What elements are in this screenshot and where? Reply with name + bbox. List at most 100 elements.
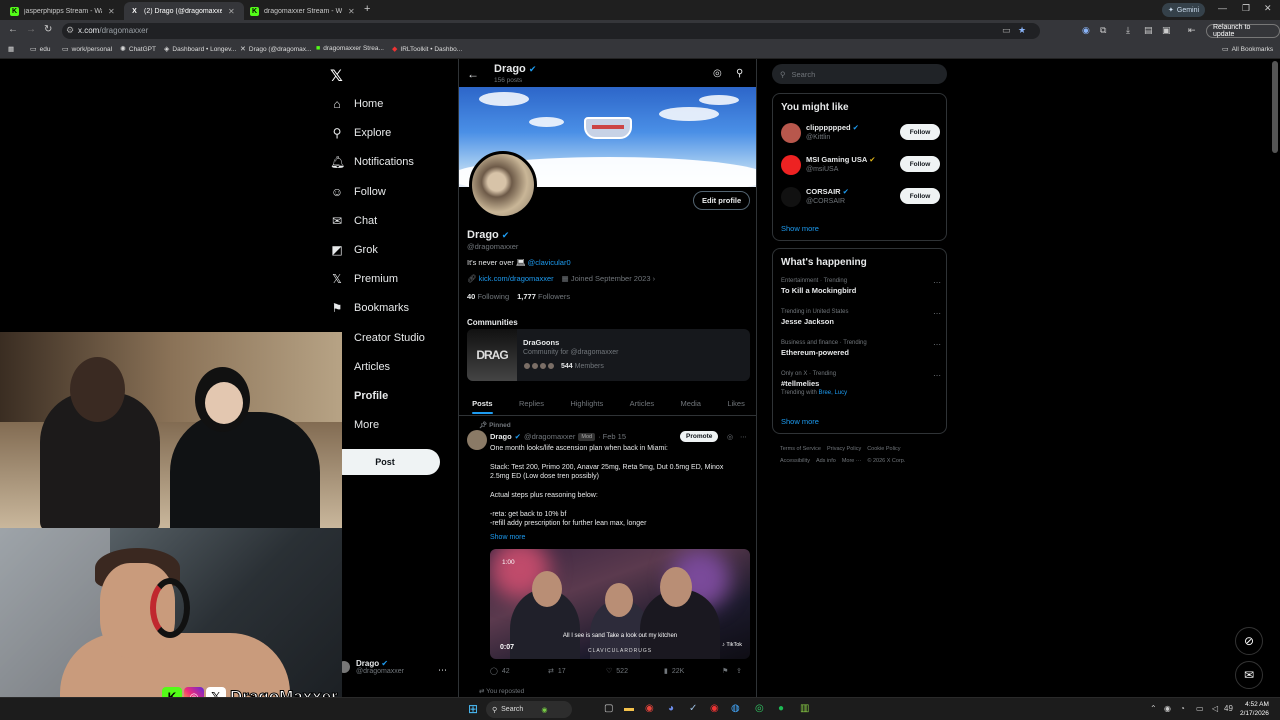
tab-likes[interactable]: Likes	[727, 393, 745, 414]
promote-button[interactable]: Promote	[680, 431, 719, 442]
more-options-icon[interactable]: ⋯	[933, 340, 941, 349]
puzzle-icon[interactable]: ⧉	[1100, 25, 1106, 36]
tab-articles[interactable]: Articles	[630, 393, 655, 414]
steam-icon[interactable]: ◍	[731, 703, 740, 714]
restore-icon[interactable]: ❐	[1242, 3, 1250, 14]
wifi-icon[interactable]: ◔	[1180, 704, 1185, 713]
x-logo-icon[interactable]: 𝕏	[330, 66, 343, 86]
close-window-icon[interactable]: ✕	[1264, 3, 1272, 14]
app-icon[interactable]: ◉	[710, 703, 719, 714]
trend-with-link[interactable]: Bree, Lucy	[818, 390, 847, 396]
nav-item-grok[interactable]: ◩ Grok	[330, 243, 378, 257]
show-more-link[interactable]: Show more	[490, 534, 525, 541]
avatar[interactable]	[781, 187, 801, 207]
tab-x-drago[interactable]: X (2) Drago (@dragomaxxer) / X ✕	[124, 2, 244, 20]
close-icon[interactable]: ✕	[108, 7, 115, 16]
more-options-icon[interactable]: ⋯	[933, 278, 941, 287]
show-more-link[interactable]: Show more	[781, 417, 819, 426]
post-button[interactable]: Post	[330, 449, 440, 475]
nav-item-home[interactable]: ⌂ Home	[330, 97, 383, 111]
community-card[interactable]: DRAG DraGoons Community for @dragomaxxer…	[467, 329, 750, 381]
tab-search-icon[interactable]: ▤	[1144, 25, 1153, 36]
file-explorer-icon[interactable]: ▬	[624, 703, 634, 714]
grok-icon[interactable]: ◎	[713, 68, 722, 79]
sidepanel-icon[interactable]: ⇤	[1188, 25, 1196, 36]
footer-link[interactable]: Ads info	[816, 458, 836, 464]
download-icon[interactable]: ⤓	[1126, 25, 1130, 36]
like-button[interactable]: ♡ 522	[606, 667, 664, 676]
forward-icon[interactable]: →	[26, 24, 36, 35]
scrollbar[interactable]	[1272, 61, 1278, 153]
tab-highlights[interactable]: Highlights	[570, 393, 603, 414]
footer-link[interactable]: Accessibility	[780, 458, 810, 464]
speaker-icon[interactable]: ◁	[1212, 704, 1218, 713]
nav-item-notifications[interactable]: 🔔︎ Notifications	[330, 155, 414, 169]
nav-item-chat[interactable]: ✉ Chat	[330, 214, 377, 228]
site-info-icon[interactable]: ⚙	[66, 25, 74, 36]
reply-button[interactable]: ◯ 42	[490, 667, 548, 676]
relaunch-button[interactable]: Relaunch to update	[1206, 24, 1280, 38]
app-icon[interactable]: ✓	[689, 703, 697, 714]
tab-posts[interactable]: Posts	[472, 393, 494, 414]
trend-item[interactable]: Trending in United States Jesse Jackson ⋯	[781, 309, 941, 326]
website-link[interactable]: kick.com/dragomaxxer	[479, 274, 554, 283]
followers-link[interactable]: 1,777 Followers	[517, 292, 570, 301]
tweet-author-name[interactable]: Drago	[490, 432, 512, 441]
chevron-up-icon[interactable]: ⌃	[1150, 704, 1157, 713]
search-icon[interactable]: ⚲	[736, 68, 743, 79]
grok-icon[interactable]: ⊘	[1235, 627, 1263, 655]
repost-button[interactable]: ⇄ 17	[548, 667, 606, 676]
nav-item-premium[interactable]: 𝕏 Premium	[330, 272, 398, 286]
bookmark-drago-kick[interactable]: ■ dragomaxxer Strea...	[316, 45, 384, 52]
tab-replies[interactable]: Replies	[519, 393, 544, 414]
chevron-right-icon[interactable]: ›	[653, 274, 656, 283]
nav-item-creator-studio[interactable]: ▤Creator Studio	[330, 331, 425, 345]
edit-profile-button[interactable]: Edit profile	[693, 191, 751, 210]
bookmark-dashboard[interactable]: ◈ Dashboard • Longev...	[164, 45, 236, 54]
chrome-icon[interactable]: ◉	[645, 703, 654, 714]
nav-item-bookmarks[interactable]: ⚑ Bookmarks	[330, 301, 409, 315]
account-switcher[interactable]: Drago ✔ @dragomaxxer	[338, 659, 404, 675]
search-input[interactable]: ⚲ Search	[772, 64, 947, 84]
avatar[interactable]	[781, 155, 801, 175]
footer-link[interactable]: Privacy Policy	[827, 446, 861, 452]
tab-media[interactable]: Media	[681, 393, 701, 414]
bookmark-edu[interactable]: ▭ edu	[30, 45, 50, 54]
more-options-icon[interactable]: ⋯	[933, 371, 941, 380]
trend-item[interactable]: Only on X · Trending #tellmelies Trending …	[781, 371, 941, 396]
all-bookmarks[interactable]: ▭ All Bookmarks	[1222, 45, 1273, 54]
extension-icon[interactable]: ◉	[1082, 25, 1090, 36]
trend-item[interactable]: Business and finance · Trending Ethereum-…	[781, 340, 941, 357]
trend-item[interactable]: Entertainment · Trending To Kill a Mockin…	[781, 278, 941, 295]
spotify-icon[interactable]: ●	[778, 703, 784, 714]
suggestion-row[interactable]: CORSAIR ✔ @CORSAIR Follow	[781, 185, 941, 209]
nav-item-explore[interactable]: ⚲ Explore	[330, 126, 392, 140]
follow-button[interactable]: Follow	[900, 188, 940, 204]
close-icon[interactable]: ✕	[348, 7, 355, 16]
more-options-icon[interactable]: ⋯	[740, 433, 747, 441]
apps-icon[interactable]: ▦	[8, 45, 14, 53]
gemini-button[interactable]: ✦ Gemini	[1162, 3, 1206, 17]
profile-avatar[interactable]	[469, 151, 537, 219]
address-bar[interactable]: ⚙ x.com/dragomaxxer ▭ ★	[62, 23, 1040, 39]
tray-icon[interactable]: ◉	[1164, 704, 1171, 713]
follow-button[interactable]: Follow	[900, 124, 940, 140]
reload-icon[interactable]: ↻	[44, 24, 52, 35]
tab-kick-jasper[interactable]: K jasperphipps Stream - Watch L ✕	[4, 2, 124, 20]
following-link[interactable]: 40 Following	[467, 292, 509, 301]
nav-item-follow[interactable]: ☺ Follow	[330, 185, 386, 199]
bookmark-work[interactable]: ▭ work/personal	[62, 45, 112, 54]
suggestion-row[interactable]: MSI Gaming USA ✔ @msiUSA Follow	[781, 153, 941, 177]
bookmark-irltoolkit[interactable]: ◆ IRLToolkit • Dashbo...	[392, 45, 462, 54]
network-icon[interactable]: ▭	[1196, 704, 1204, 713]
taskbar-search[interactable]: ⚲ Search ◉	[486, 701, 572, 718]
more-options-icon[interactable]: ⋯	[933, 309, 941, 318]
avatar[interactable]	[467, 430, 487, 450]
footer-link[interactable]: © 2026 X Corp.	[867, 458, 905, 464]
footer-link[interactable]: Cookie Policy	[867, 446, 900, 452]
footer-link[interactable]: More ···	[842, 458, 862, 464]
tweet-date[interactable]: · Feb 15	[598, 432, 626, 441]
task-view-icon[interactable]: ▢	[604, 703, 613, 714]
whatsapp-icon[interactable]: ◎	[755, 703, 764, 714]
cast-icon[interactable]: ▭	[1002, 25, 1011, 36]
